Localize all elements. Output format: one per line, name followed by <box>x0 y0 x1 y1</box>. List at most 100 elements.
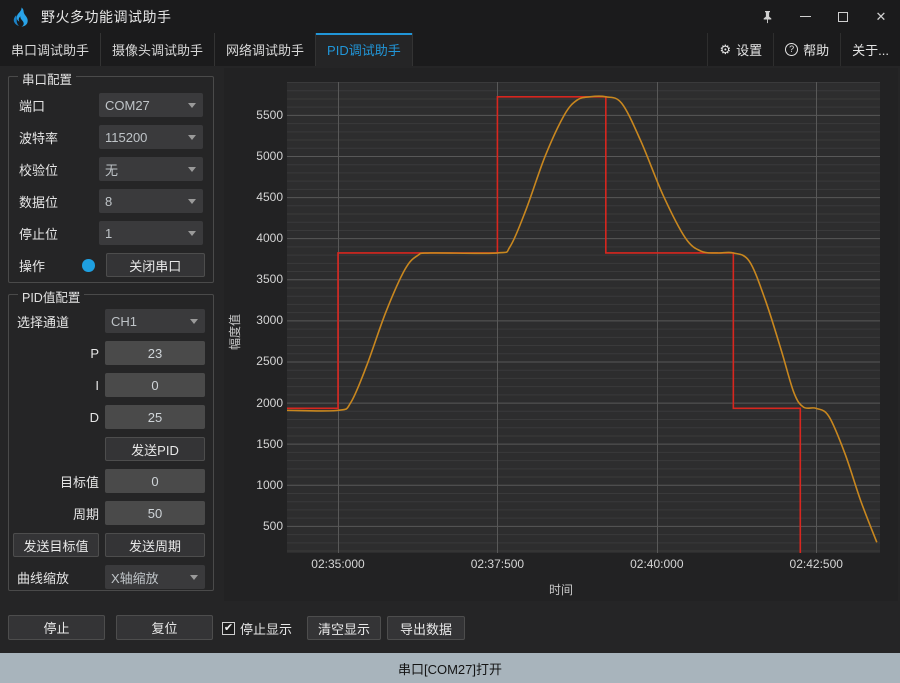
x-tick-label: 02:40:000 <box>630 557 684 571</box>
y-tick-label: 1000 <box>256 477 283 492</box>
period-input[interactable]: 50 <box>105 501 205 525</box>
target-input[interactable]: 0 <box>105 469 205 493</box>
y-tick-label: 3500 <box>256 272 283 287</box>
period-label: 周期 <box>72 506 99 522</box>
chart-y-axis-ticks: 500 1000 1500 2000 2500 3000 3500 4000 4500 5000 5… <box>224 68 283 601</box>
toolbar: ⚙ 设置 ? 帮助 关于... <box>707 33 900 66</box>
app-title: 野火多功能调试助手 <box>41 8 172 25</box>
pause-display-label: 停止显示 <box>240 622 293 637</box>
question-circle-icon: ? <box>785 43 799 56</box>
tab-pid[interactable]: PID调试助手 <box>316 33 413 66</box>
pause-display-checkbox[interactable]: 停止显示 <box>222 619 292 638</box>
i-input[interactable]: 0 <box>105 373 205 397</box>
field-baud: 波特率 115200 <box>19 125 205 149</box>
databits-value: 8 <box>105 193 113 209</box>
p-input[interactable]: 23 <box>105 341 205 365</box>
maximize-button[interactable] <box>824 0 862 33</box>
p-label: P <box>90 345 99 361</box>
left-config-panel: 串口配置 端口 COM27 波特率 115200 校验位 无 数据位 8 停止位… <box>0 66 222 601</box>
tab-serial[interactable]: 串口调试助手 <box>0 33 102 66</box>
zoom-value: X轴缩放 <box>111 570 159 586</box>
target-label: 目标值 <box>59 474 99 490</box>
zoom-label: 曲线缩放 <box>17 570 70 586</box>
databits-label: 数据位 <box>19 194 59 210</box>
status-text: 串口[COM27]打开 <box>397 661 502 677</box>
field-target: 目标值 0 <box>17 469 207 493</box>
serial-config-group: 串口配置 端口 COM27 波特率 115200 校验位 无 数据位 8 停止位… <box>8 69 214 283</box>
help-label: 帮助 <box>803 43 830 58</box>
y-tick-label: 5000 <box>256 148 283 163</box>
settings-button[interactable]: ⚙ 设置 <box>707 33 773 66</box>
parity-value: 无 <box>105 162 119 178</box>
x-tick-label: 02:42:500 <box>789 557 843 571</box>
chevron-down-icon <box>190 319 198 324</box>
field-databits: 数据位 8 <box>19 189 205 213</box>
chevron-down-icon <box>190 575 198 580</box>
port-combo[interactable]: COM27 <box>99 93 203 117</box>
close-serial-button[interactable]: 关闭串口 <box>105 253 205 277</box>
about-button[interactable]: 关于... <box>840 33 900 66</box>
i-label: I <box>95 377 99 393</box>
settings-label: 设置 <box>736 43 763 58</box>
field-port: 端口 COM27 <box>19 93 205 117</box>
chart-x-axis-label: 时间 <box>548 583 573 597</box>
chart-series-line <box>287 96 802 553</box>
send-target-button[interactable]: 发送目标值 <box>13 533 99 557</box>
d-label: D <box>89 409 99 425</box>
close-button[interactable]: ✕ <box>862 0 900 33</box>
x-tick-label: 02:37:500 <box>470 557 525 571</box>
maximize-icon <box>838 11 848 22</box>
baud-label: 波特率 <box>19 130 59 146</box>
zoom-combo[interactable]: X轴缩放 <box>105 565 205 589</box>
pin-icon[interactable] <box>748 0 786 33</box>
serial-config-title: 串口配置 <box>18 69 77 88</box>
port-value: COM27 <box>105 97 150 113</box>
chart-plot-area[interactable] <box>287 82 880 553</box>
d-input[interactable]: 25 <box>105 405 205 429</box>
reset-button[interactable]: 复位 <box>116 615 213 640</box>
chevron-down-icon <box>188 231 196 236</box>
minimize-icon <box>799 16 811 17</box>
field-action: 操作 关闭串口 <box>19 253 205 277</box>
chart-series-line <box>287 95 878 543</box>
help-button[interactable]: ? 帮助 <box>773 33 840 66</box>
stopbits-combo[interactable]: 1 <box>99 221 203 245</box>
channel-value: CH1 <box>111 313 138 329</box>
field-parity: 校验位 无 <box>19 157 205 181</box>
status-bar: 串口[COM27]打开 <box>0 653 900 683</box>
chevron-down-icon <box>188 199 196 204</box>
field-channel: 选择通道 CH1 <box>17 309 207 333</box>
window-controls: ✕ <box>748 0 900 33</box>
field-i: I 0 <box>17 373 207 397</box>
channel-combo[interactable]: CH1 <box>105 309 205 333</box>
field-d: D 25 <box>17 405 207 429</box>
y-tick-label: 500 <box>262 518 283 533</box>
clear-display-button[interactable]: 清空显示 <box>307 616 381 640</box>
gear-icon: ⚙ <box>719 41 732 57</box>
stopbits-value: 1 <box>105 225 113 241</box>
channel-label: 选择通道 <box>17 314 70 330</box>
minimize-button[interactable] <box>786 0 824 33</box>
y-tick-label: 3000 <box>256 313 283 328</box>
export-data-button[interactable]: 导出数据 <box>387 616 465 640</box>
tab-network[interactable]: 网络调试助手 <box>215 33 317 66</box>
databits-combo[interactable]: 8 <box>99 189 203 213</box>
title-bar: 野火多功能调试助手 ✕ <box>0 0 900 33</box>
stop-button[interactable]: 停止 <box>8 615 105 640</box>
parity-combo[interactable]: 无 <box>99 157 203 181</box>
y-tick-label: 2500 <box>256 354 283 369</box>
y-tick-label: 4000 <box>256 231 283 246</box>
tab-bar: 串口调试助手 摄像头调试助手 网络调试助手 PID调试助手 ⚙ 设置 ? 帮助 … <box>0 33 900 66</box>
field-zoom: 曲线缩放 X轴缩放 <box>17 565 207 589</box>
about-label: 关于... <box>852 43 889 58</box>
chart-panel[interactable]: 幅度值 500 1000 1500 2000 2500 3000 3500 4000 4500 5… <box>224 68 898 601</box>
baud-combo[interactable]: 115200 <box>99 125 203 149</box>
tab-camera[interactable]: 摄像头调试助手 <box>101 33 216 66</box>
y-tick-label: 1500 <box>256 436 283 451</box>
send-period-button[interactable]: 发送周期 <box>105 533 205 557</box>
connection-status-indicator <box>82 258 95 272</box>
field-p: P 23 <box>17 341 207 365</box>
checkbox-icon <box>222 622 235 635</box>
send-pid-button[interactable]: 发送PID <box>105 437 205 461</box>
tab-bar-spacer <box>413 33 708 66</box>
